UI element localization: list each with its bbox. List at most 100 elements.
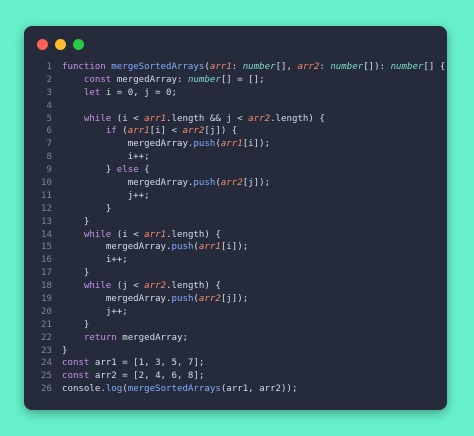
- code-token: arr2 = [2, 4, 6, 8];: [94, 371, 205, 382]
- code-line: 24 const arr1 = [1, 3, 5, 7];: [34, 357, 441, 370]
- code-line: 2 const mergedArray: number[] = [];: [34, 74, 441, 87]
- code-token: [i]);: [242, 139, 271, 150]
- code-token: push: [193, 139, 216, 150]
- code-line: 21 }: [34, 319, 441, 332]
- code-token: while: [83, 281, 117, 292]
- code-line: 3 let i = 0, j = 0;: [34, 87, 441, 100]
- code-text: }: [52, 319, 89, 332]
- code-token: (arr1, arr2));: [220, 384, 298, 395]
- code-token: mergedArray.: [105, 242, 172, 253]
- code-token: mergedArray.: [127, 178, 194, 189]
- code-token: }: [83, 319, 90, 330]
- line-number: 21: [41, 319, 52, 330]
- code-text: const mergedArray: number[] = [];: [52, 74, 265, 87]
- code-line: 25 const arr2 = [2, 4, 6, 8];: [34, 370, 441, 383]
- code-line: 9 } else {: [34, 164, 441, 177]
- code-line: 26 console.log(mergeSortedArrays(arr1, ar…: [34, 383, 441, 396]
- line-number: 6: [46, 126, 52, 137]
- code-line: 13 }: [34, 216, 441, 229]
- code-token: }: [105, 165, 117, 176]
- code-line: 4: [34, 100, 441, 113]
- code-token: mergedArray.: [127, 139, 194, 150]
- code-line: 8 i++;: [34, 151, 441, 164]
- code-window: 1 function mergeSortedArrays(arr1: number…: [24, 26, 447, 410]
- code-token: arr2: [220, 178, 243, 189]
- code-token: {: [144, 165, 150, 176]
- code-text: }: [52, 216, 89, 229]
- line-number: 2: [46, 74, 52, 85]
- code-token: arr1 = [1, 3, 5, 7];: [94, 358, 205, 369]
- minimize-dot[interactable]: [55, 39, 66, 50]
- code-token: :: [231, 62, 243, 72]
- maximize-dot[interactable]: [73, 39, 84, 50]
- code-token: push: [171, 242, 194, 253]
- code-token: .length) {: [166, 281, 221, 292]
- code-token: arr1: [209, 62, 232, 72]
- code-token: let: [83, 87, 106, 98]
- code-token: number: [242, 62, 276, 72]
- line-number: 13: [41, 216, 52, 227]
- line-number: 11: [41, 190, 52, 201]
- line-number: 10: [41, 178, 52, 189]
- code-token: while: [83, 229, 117, 240]
- code-token: return: [83, 332, 123, 343]
- code-text: mergedArray.push(arr1[i]);: [52, 241, 248, 254]
- code-text: if (arr1[i] < arr2[j]) {: [52, 125, 237, 138]
- code-token: console.: [62, 384, 106, 395]
- code-line: 10 mergedArray.push(arr2[j]);: [34, 177, 441, 190]
- line-number: 19: [41, 294, 52, 305]
- code-token: []):: [363, 62, 391, 72]
- code-token: arr2: [144, 281, 167, 292]
- code-text: console.log(mergeSortedArrays(arr1, arr2…: [52, 383, 297, 396]
- code-token: j++;: [105, 306, 128, 317]
- code-token: number: [187, 74, 221, 85]
- code-token: :: [177, 74, 188, 85]
- code-line: 7 mergedArray.push(arr1[i]);: [34, 138, 441, 151]
- code-text: return mergedArray;: [52, 332, 188, 345]
- code-line: 6 if (arr1[i] < arr2[j]) {: [34, 125, 441, 138]
- code-token: arr2: [198, 294, 221, 305]
- code-token: mergedArray: [116, 74, 177, 85]
- code-token: }: [62, 345, 68, 356]
- line-number: 1: [46, 62, 52, 72]
- code-token: const: [83, 74, 117, 85]
- line-number: 23: [41, 345, 52, 356]
- code-token: arr1: [144, 113, 167, 124]
- code-token: log: [105, 384, 123, 395]
- line-number: 18: [41, 281, 52, 292]
- code-line: 14 while (i < arr1.length) {: [34, 229, 441, 242]
- code-token: mergeSortedArrays: [111, 62, 205, 72]
- code-token: const: [62, 371, 95, 382]
- close-dot[interactable]: [37, 39, 48, 50]
- line-number: 8: [46, 152, 52, 163]
- code-text: function mergeSortedArrays(arr1: number[…: [52, 61, 445, 74]
- code-text: }: [52, 345, 67, 358]
- code-token: arr2: [248, 113, 271, 124]
- line-number: 7: [46, 139, 52, 150]
- code-text: }: [52, 203, 111, 216]
- code-token: j++;: [127, 190, 150, 201]
- line-number: 3: [46, 87, 52, 98]
- code-token: function: [62, 62, 112, 72]
- code-token: .length && j <: [166, 113, 249, 124]
- code-token: (i <: [116, 113, 145, 124]
- code-token: [] {: [423, 62, 446, 72]
- code-token: (j <: [116, 281, 145, 292]
- code-token: i++;: [127, 152, 150, 163]
- line-number: 25: [41, 371, 52, 382]
- line-number: 12: [41, 203, 52, 214]
- line-number: 20: [41, 306, 52, 317]
- code-token: [j]) {: [204, 126, 238, 137]
- code-token: number: [390, 62, 424, 72]
